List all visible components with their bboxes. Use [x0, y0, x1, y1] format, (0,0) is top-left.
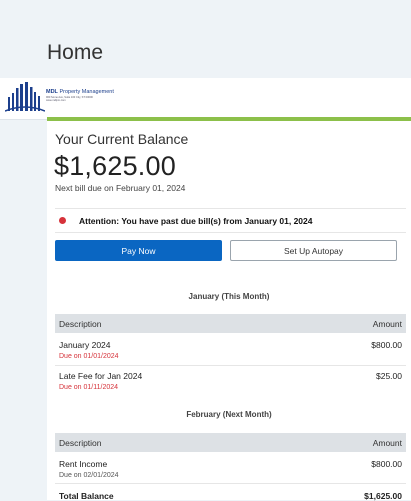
setup-autopay-button[interactable]: Set Up Autopay	[230, 240, 397, 261]
row-amount: $800.00	[371, 340, 402, 350]
alert-dot-icon	[59, 217, 66, 224]
row-divider	[55, 483, 406, 484]
divider	[55, 208, 406, 209]
table-header: Description Amount	[55, 433, 406, 452]
brand-website: www.mdlpm.com	[46, 99, 66, 103]
row-description: Rent Income	[59, 459, 108, 469]
brand-name: MDL Property Management	[46, 89, 114, 96]
brand-name-rest: Property Management	[57, 89, 114, 95]
column-description: Description	[59, 319, 102, 329]
balance-card: Your Current Balance $1,625.00 Next bill…	[47, 117, 411, 501]
table-header: Description Amount	[55, 314, 406, 333]
row-amount: $25.00	[376, 371, 402, 381]
column-amount: Amount	[372, 319, 402, 329]
row-amount: $800.00	[371, 459, 402, 469]
row-description: January 2024	[59, 340, 111, 350]
month-heading-january: January (This Month)	[188, 292, 270, 301]
column-description: Description	[59, 438, 102, 448]
table-row: Rent Income Due on 02/01/2024 $800.00	[55, 459, 406, 483]
column-amount: Amount	[372, 438, 402, 448]
past-due-alert: Attention: You have past due bill(s) fro…	[79, 216, 313, 226]
balance-heading: Your Current Balance	[55, 131, 189, 147]
page-title: Home	[47, 41, 104, 64]
brand-name-bold: MDL	[46, 89, 58, 95]
row-description: Late Fee for Jan 2024	[59, 371, 143, 381]
month-heading-february: February (Next Month)	[186, 410, 272, 419]
table-row: January 2024 Due on 01/01/2024 $800.00	[55, 340, 406, 364]
brand-header: MDL Property Management 960 Some Ave, Su…	[0, 78, 411, 120]
row-due-date: Due on 01/11/2024	[59, 384, 119, 391]
building-logo-icon	[5, 82, 45, 112]
row-divider	[55, 365, 406, 366]
divider	[55, 232, 406, 233]
pay-now-button[interactable]: Pay Now	[55, 240, 222, 261]
next-bill-due: Next bill due on February 01, 2024	[55, 183, 186, 193]
row-due-date: Due on 01/01/2024	[59, 353, 119, 360]
row-due-date: Due on 02/01/2024	[59, 472, 119, 479]
brand-text: MDL Property Management 960 Some Ave, Su…	[46, 89, 114, 103]
table-row: Late Fee for Jan 2024 Due on 01/11/2024 …	[55, 371, 406, 395]
balance-amount: $1,625.00	[54, 151, 176, 181]
